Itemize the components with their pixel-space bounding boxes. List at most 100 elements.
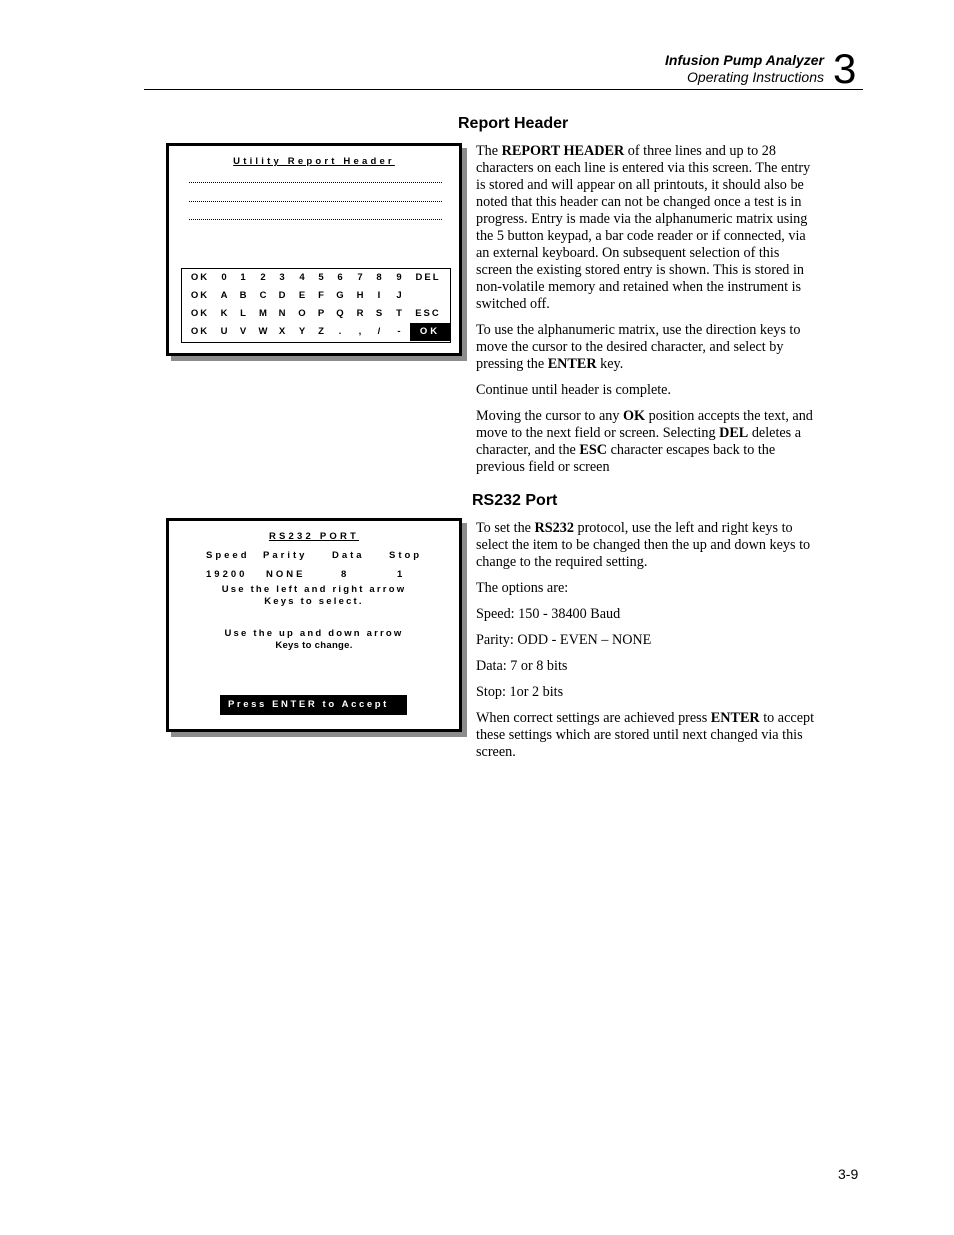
bold-term: DEL [719,425,749,441]
char-key[interactable]: Q [331,308,349,319]
bold-term: OK [622,408,646,424]
char-key[interactable]: S [370,308,388,319]
char-key[interactable]: N [273,308,291,319]
text-run: The [476,143,502,159]
char-key[interactable]: / [370,326,388,337]
char-key[interactable]: 7 [351,272,369,283]
delete-key[interactable]: DEL [410,272,446,283]
hint-select-line1: Use the left and right arrow [221,584,407,595]
screen-title: Utility Report Header [233,156,395,167]
escape-key[interactable]: ESC [410,308,446,319]
char-key[interactable]: I [370,290,388,301]
char-key[interactable]: - [390,326,408,337]
char-key[interactable]: A [215,290,233,301]
paragraph: To set the RS232 protocol, use the left … [476,520,816,571]
bold-term: REPORT HEADER [501,143,625,159]
char-key[interactable]: 3 [273,272,291,283]
ok-key[interactable]: OK [182,308,218,319]
data-value[interactable]: 8 [341,569,349,580]
matrix-row: OK 0 1 2 3 4 5 6 7 8 9 DEL [182,269,450,287]
char-key[interactable]: . [331,326,349,337]
text-run: of three lines and up to 28 characters o… [476,143,811,312]
text-run: When correct settings are achieved press [476,710,711,726]
parity-value[interactable]: NONE [266,569,305,580]
running-header-title: Infusion Pump Analyzer [665,52,824,68]
bold-term: RS232 [534,520,574,536]
char-key[interactable]: 5 [312,272,330,283]
char-key[interactable]: 0 [215,272,233,283]
paragraph: When correct settings are achieved press… [476,710,816,761]
alphanumeric-matrix: OK 0 1 2 3 4 5 6 7 8 9 DEL OK A B C D E F G H I J OK K L M N O P Q R S T E… [181,268,451,343]
char-key[interactable]: D [273,290,291,301]
bold-term: ENTER [710,710,760,726]
char-key[interactable]: J [390,290,408,301]
char-key[interactable]: X [273,326,291,337]
char-key[interactable]: 4 [293,272,311,283]
report-header-body: The REPORT HEADER of three lines and up … [476,143,816,485]
bold-term: ESC [579,442,608,458]
text-run: Continue until header is complete. [476,382,672,398]
char-key[interactable]: Z [312,326,330,337]
text-run: Stop: 1or 2 bits [476,684,564,700]
rs232-screen: RS232 PORT Speed Parity Data Stop 19200 … [166,518,462,732]
hint-select-line2: Keys to select. [264,596,364,607]
char-key[interactable]: 2 [254,272,272,283]
char-key[interactable]: 9 [390,272,408,283]
char-key[interactable]: C [254,290,272,301]
char-key[interactable]: U [215,326,233,337]
text-run: Data: 7 or 8 bits [476,658,568,674]
col-parity: Parity [263,550,308,561]
text-run: To use the alphanumeric matrix, use the … [476,322,801,372]
paragraph: To use the alphanumeric matrix, use the … [476,322,816,373]
header-entry-line-1[interactable] [189,182,442,183]
col-speed: Speed [206,550,250,561]
text-run: key. [596,356,624,372]
page-number: 3-9 [838,1166,859,1182]
char-key[interactable]: M [254,308,272,319]
char-key[interactable]: H [351,290,369,301]
char-key[interactable]: F [312,290,330,301]
header-entry-line-2[interactable] [189,201,442,202]
char-key[interactable]: T [390,308,408,319]
text-run: To set the [476,520,535,536]
text-run: Moving the cursor to any [476,408,623,424]
accept-button[interactable]: Press ENTER to Accept [220,695,407,715]
char-key[interactable]: V [234,326,252,337]
paragraph: The options are: [476,580,816,597]
section-heading-rs232-port: RS232 Port [472,492,558,509]
char-key[interactable]: O [293,308,311,319]
screen-title: RS232 PORT [268,531,360,542]
char-key[interactable]: 8 [370,272,388,283]
char-key[interactable]: Y [293,326,311,337]
running-header-subtitle: Operating Instructions [687,69,824,85]
ok-key[interactable]: OK [182,290,218,301]
text-run: The options are: [476,580,569,596]
char-key[interactable]: K [215,308,233,319]
ok-key[interactable]: OK [410,323,450,341]
ok-key[interactable]: OK [182,326,218,337]
char-key[interactable]: R [351,308,369,319]
char-key[interactable]: E [293,290,311,301]
header-entry-line-3[interactable] [189,219,442,220]
char-key[interactable]: W [254,326,272,337]
char-key[interactable]: P [312,308,330,319]
hint-change-line2: Keys to change. [275,640,353,651]
paragraph: Speed: 150 - 38400 Baud [476,606,816,623]
ok-key[interactable]: OK [182,272,218,283]
stop-value[interactable]: 1 [397,569,405,580]
report-header-screen: Utility Report Header OK 0 1 2 3 4 5 6 7 8 9 DEL OK A… [166,143,462,356]
char-key[interactable]: G [331,290,349,301]
char-key[interactable]: , [351,326,369,337]
char-key[interactable]: 6 [331,272,349,283]
bold-term: ENTER [547,356,597,372]
header-rule [144,89,863,90]
char-key[interactable]: L [234,308,252,319]
matrix-row: OK K L M N O P Q R S T ESC [182,305,450,323]
col-data: Data [332,550,365,561]
speed-value[interactable]: 19200 [206,569,247,580]
paragraph: Continue until header is complete. [476,382,816,399]
char-key[interactable]: 1 [234,272,252,283]
char-key[interactable]: B [234,290,252,301]
paragraph: Moving the cursor to any OK position acc… [476,408,816,476]
paragraph: The REPORT HEADER of three lines and up … [476,143,816,313]
